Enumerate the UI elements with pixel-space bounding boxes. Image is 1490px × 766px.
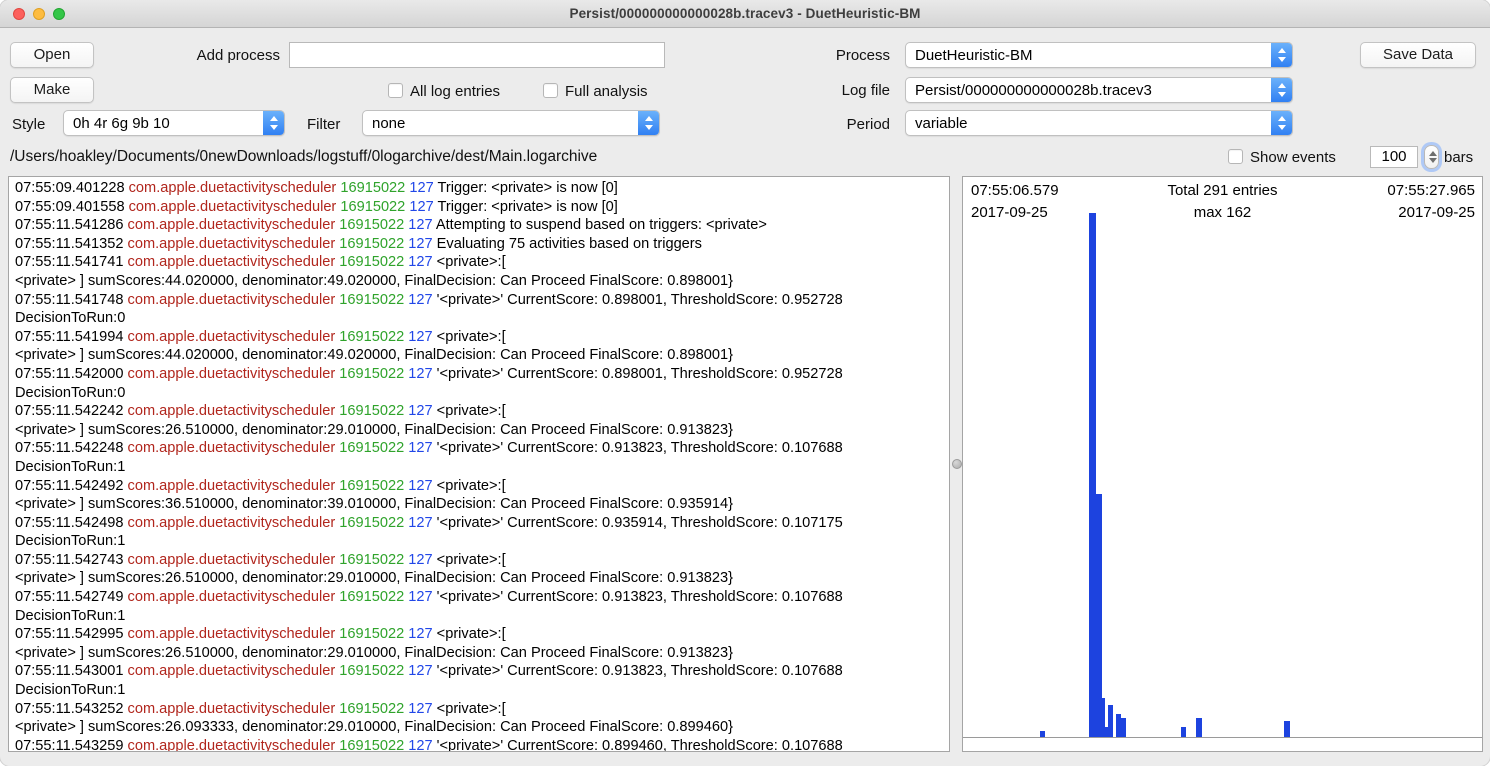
process-select-value: DuetHeuristic-BM [915, 47, 1033, 64]
bars-count-field[interactable]: 100 [1370, 146, 1418, 168]
make-button[interactable]: Make [10, 77, 94, 103]
chart-bar [1089, 213, 1096, 737]
log-line: DecisionToRun:0 [15, 309, 949, 328]
style-select[interactable]: 0h 4r 6g 9b 10 [63, 110, 285, 136]
period-label: Period [790, 116, 890, 134]
log-line: 07:55:09.401558 com.apple.duetactivitysc… [15, 198, 949, 217]
filter-select[interactable]: none [362, 110, 660, 136]
logfile-label: Log file [790, 82, 890, 100]
add-process-input[interactable] [289, 42, 665, 68]
log-line: 07:55:11.542000 com.apple.duetactivitysc… [15, 365, 949, 384]
log-line: 07:55:09.401228 com.apple.duetactivitysc… [15, 179, 949, 198]
log-line: DecisionToRun:1 [15, 458, 949, 477]
show-events-checkbox[interactable] [1228, 149, 1243, 164]
bars-label: bars [1444, 149, 1473, 167]
log-line: 07:55:11.541994 com.apple.duetactivitysc… [15, 328, 949, 347]
log-line: DecisionToRun:0 [15, 384, 949, 403]
log-line: 07:55:11.542498 com.apple.duetactivitysc… [15, 514, 949, 533]
bars-stepper[interactable] [1424, 145, 1439, 169]
log-line: 07:55:11.541741 com.apple.duetactivitysc… [15, 253, 949, 272]
full-analysis-checkbox[interactable] [543, 83, 558, 98]
log-line: 07:55:11.543259 com.apple.duetactivitysc… [15, 737, 949, 752]
process-label: Process [790, 47, 890, 65]
filter-select-value: none [372, 115, 405, 132]
app-window: Persist/000000000000028b.tracev3 - DuetH… [0, 0, 1490, 766]
logfile-select-value: Persist/000000000000028b.tracev3 [915, 82, 1152, 99]
period-select-value: variable [915, 115, 968, 132]
add-process-label: Add process [130, 47, 280, 65]
chart-end-time: 07:55:27.965 [1387, 180, 1475, 202]
log-line: 07:55:11.543252 com.apple.duetactivitysc… [15, 700, 949, 719]
log-line: 07:55:11.541748 com.apple.duetactivitysc… [15, 291, 949, 310]
log-line: <private> ] sumScores:26.093333, denomin… [15, 718, 949, 737]
chevron-up-down-icon [263, 110, 285, 136]
chart-baseline [963, 737, 1482, 738]
archive-path: /Users/hoakley/Documents/0newDownloads/l… [10, 148, 597, 166]
stepper-down-icon[interactable] [1429, 158, 1437, 163]
style-select-value: 0h 4r 6g 9b 10 [73, 115, 170, 132]
log-line: <private> ] sumScores:44.020000, denomin… [15, 346, 949, 365]
open-button[interactable]: Open [10, 42, 94, 68]
chart-bar [1181, 727, 1186, 737]
log-line: DecisionToRun:1 [15, 681, 949, 700]
process-select[interactable]: DuetHeuristic-BM [905, 42, 1293, 68]
log-line: 07:55:11.542248 com.apple.duetactivitysc… [15, 439, 949, 458]
save-data-button[interactable]: Save Data [1360, 42, 1476, 68]
log-line: DecisionToRun:1 [15, 532, 949, 551]
chevron-up-down-icon [638, 110, 660, 136]
log-line: <private> ] sumScores:26.510000, denomin… [15, 421, 949, 440]
chart-bar [1284, 721, 1290, 737]
chart-end-labels: 07:55:27.965 2017-09-25 [1387, 180, 1475, 223]
logfile-select[interactable]: Persist/000000000000028b.tracev3 [905, 77, 1293, 103]
log-line: <private> ] sumScores:26.510000, denomin… [15, 569, 949, 588]
chart-bar [1196, 718, 1202, 737]
chart-end-date: 2017-09-25 [1387, 202, 1475, 224]
log-line: 07:55:11.541286 com.apple.duetactivitysc… [15, 216, 949, 235]
chevron-up-down-icon [1271, 42, 1293, 68]
log-pane[interactable]: 07:55:09.401228 com.apple.duetactivitysc… [8, 176, 950, 752]
log-line: DecisionToRun:1 [15, 607, 949, 626]
full-analysis-label: Full analysis [565, 83, 648, 101]
log-line: <private> ] sumScores:44.020000, denomin… [15, 272, 949, 291]
log-line: 07:55:11.542743 com.apple.duetactivitysc… [15, 551, 949, 570]
all-log-entries-label: All log entries [410, 83, 500, 101]
stepper-up-icon[interactable] [1429, 151, 1437, 156]
filter-label: Filter [307, 116, 340, 134]
log-line: 07:55:11.542995 com.apple.duetactivitysc… [15, 625, 949, 644]
log-line: <private> ] sumScores:36.510000, denomin… [15, 495, 949, 514]
titlebar[interactable]: Persist/000000000000028b.tracev3 - DuetH… [0, 0, 1490, 28]
style-label: Style [12, 116, 45, 134]
log-line: <private> ] sumScores:26.510000, denomin… [15, 644, 949, 663]
log-line: 07:55:11.542749 com.apple.duetactivitysc… [15, 588, 949, 607]
chevron-up-down-icon [1271, 77, 1293, 103]
chart-bar [1108, 705, 1113, 737]
log-line: 07:55:11.541352 com.apple.duetactivitysc… [15, 235, 949, 254]
chart-pane: 07:55:06.579 2017-09-25 Total 291 entrie… [962, 176, 1483, 752]
chart-bar [1121, 718, 1126, 737]
period-select[interactable]: variable [905, 110, 1293, 136]
log-line: 07:55:11.542492 com.apple.duetactivitysc… [15, 477, 949, 496]
chevron-up-down-icon [1271, 110, 1293, 136]
all-log-entries-checkbox[interactable] [388, 83, 403, 98]
window-title: Persist/000000000000028b.tracev3 - DuetH… [0, 6, 1490, 21]
show-events-label: Show events [1250, 149, 1336, 167]
pane-divider-handle[interactable] [952, 459, 962, 469]
log-line: 07:55:11.542242 com.apple.duetactivitysc… [15, 402, 949, 421]
log-line: 07:55:11.543001 com.apple.duetactivitysc… [15, 662, 949, 681]
